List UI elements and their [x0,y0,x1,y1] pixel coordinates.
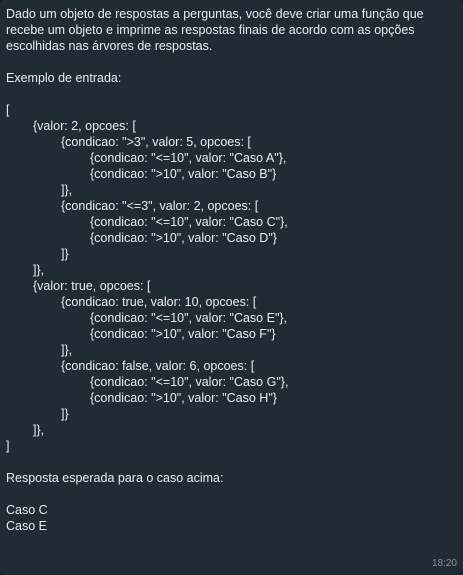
code-line: {valor: true, opcoes: [ [33,279,151,293]
message-timestamp: 18:20 [431,558,457,569]
code-line: {condicao: true, valor: 10, opcoes: [ [61,295,257,309]
message-intro-text: Dado um objeto de respostas a perguntas,… [6,7,424,53]
code-line: {condicao: ">10", valor: "Caso F"} [90,327,276,341]
code-line: ]} [61,247,69,261]
code-line: {condicao: "<=10", valor: "Caso C"}, [90,215,288,229]
code-block: [ {valor: 2, opcoes: [ {condicao: ">3", … [6,102,457,454]
code-line: ]}, [33,423,45,437]
answer-line: Caso E [6,519,47,533]
code-line: ]}, [61,183,73,197]
message-bubble[interactable]: Dado um objeto de respostas a perguntas,… [0,0,463,575]
code-line: {valor: 2, opcoes: [ [33,119,136,133]
code-line: {condicao: "<=10", valor: "Caso A"}, [90,151,287,165]
code-line: {condicao: ">10", valor: "Caso D"} [90,231,277,245]
code-line: [ [6,103,10,117]
expected-label: Resposta esperada para o caso acima: [6,471,224,485]
code-line: {condicao: "<=10", valor: "Caso G"}, [90,375,289,389]
code-line: ] [6,439,10,453]
code-line: {condicao: "<=3", valor: 2, opcoes: [ [61,199,259,213]
code-line: {condicao: ">3", valor: 5, opcoes: [ [61,135,251,149]
code-line: {condicao: ">10", valor: "Caso H"} [90,391,277,405]
code-line: {condicao: false, valor: 6, opcoes: [ [61,359,255,373]
code-line: {condicao: "<=10", valor: "Caso E"}, [90,311,288,325]
code-line: ]}, [33,263,45,277]
code-line: ]}, [61,343,73,357]
answer-line: Caso C [6,503,48,517]
code-line: {condicao: ">10", valor: "Caso B"} [90,167,277,181]
example-label: Exemplo de entrada: [6,71,122,85]
code-line: ]} [61,407,69,421]
